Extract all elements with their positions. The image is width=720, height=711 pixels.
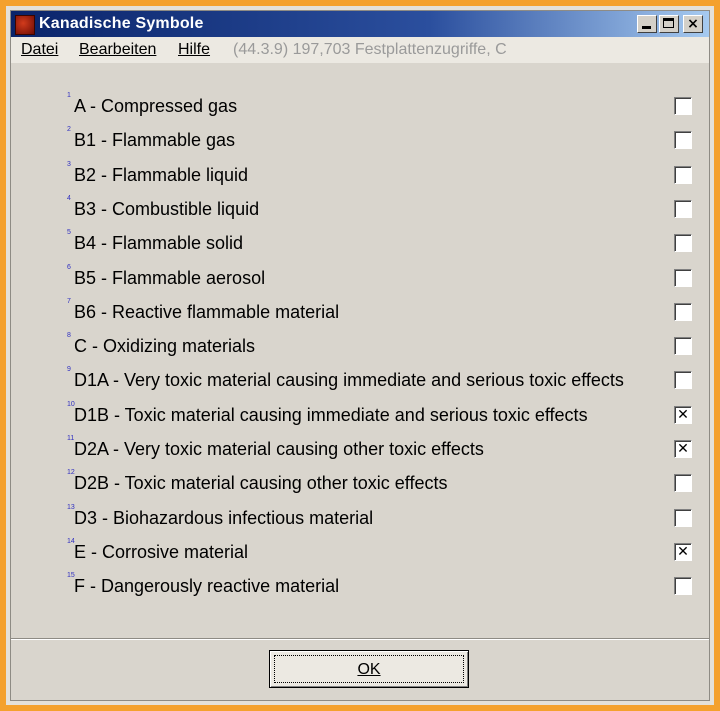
- item-label: F - Dangerously reactive material: [74, 576, 340, 597]
- footer-divider: [11, 638, 709, 640]
- item-label: B4 - Flammable solid: [74, 233, 244, 254]
- item-label: D2B - Toxic material causing other toxic…: [74, 473, 448, 494]
- item-checkbox[interactable]: [674, 474, 692, 493]
- list-item[interactable]: 14 E - Corrosive material ✕: [66, 536, 696, 570]
- minimize-button[interactable]: [637, 15, 657, 33]
- menu-bar: Datei Bearbeiten Hilfe (44.3.9) 197,703 …: [11, 37, 709, 63]
- item-checkbox[interactable]: [674, 371, 692, 390]
- item-checkbox[interactable]: [674, 268, 692, 287]
- item-number: 4: [67, 194, 71, 202]
- item-number: 3: [67, 160, 71, 168]
- item-label: B1 - Flammable gas: [74, 130, 236, 151]
- item-checkbox[interactable]: [674, 577, 692, 596]
- menu-datei-label: Datei: [21, 41, 59, 58]
- dialog-footer: OK: [11, 642, 709, 700]
- app-icon[interactable]: [15, 15, 35, 35]
- list-item[interactable]: 10 D1B - Toxic material causing immediate…: [66, 399, 696, 433]
- title-bar[interactable]: Kanadische Symbole ×: [11, 11, 709, 37]
- item-label: B5 - Flammable aerosol: [74, 267, 266, 288]
- checkmark-icon: ✕: [677, 441, 689, 457]
- window-title: Kanadische Symbole: [39, 15, 204, 32]
- list-item[interactable]: 4 B3 - Combustible liquid: [66, 193, 696, 227]
- list-item[interactable]: 3 B2 - Flammable liquid: [66, 159, 696, 193]
- ok-button[interactable]: OK: [269, 650, 469, 688]
- list-item[interactable]: 5 B4 - Flammable solid: [66, 227, 696, 261]
- item-label: D1A - Very toxic material causing immedi…: [74, 370, 624, 391]
- status-text: (44.3.9) 197,703 Festplattenzugriffe, C: [233, 41, 507, 58]
- image-frame: Kanadische Symbole × Datei Bearbeiten Hi…: [0, 0, 720, 711]
- menu-hilfe-label: Hilfe: [178, 41, 211, 58]
- item-label: D3 - Biohazardous infectious material: [74, 507, 374, 528]
- item-label: B2 - Flammable liquid: [74, 164, 249, 185]
- menu-datei[interactable]: Datei: [21, 41, 58, 59]
- maximize-button[interactable]: [659, 15, 679, 33]
- close-button[interactable]: ×: [683, 15, 703, 33]
- item-checkbox[interactable]: ✕: [674, 405, 692, 424]
- list-item[interactable]: 13 D3 - Biohazardous infectious material: [66, 502, 696, 536]
- list-item[interactable]: 9 D1A - Very toxic material causing immed…: [66, 364, 696, 398]
- checkmark-icon: ✕: [677, 543, 689, 560]
- item-label: B6 - Reactive flammable material: [74, 301, 340, 322]
- item-number: 8: [67, 332, 71, 340]
- item-label: A - Compressed gas: [74, 96, 238, 116]
- item-number: 9: [67, 366, 71, 374]
- list-item[interactable]: 7 B6 - Reactive flammable material: [66, 296, 696, 330]
- minimize-icon: [638, 16, 656, 32]
- list-item[interactable]: 11 D2A - Very toxic material causing othe…: [66, 433, 696, 467]
- list-item[interactable]: 8C - Oxidizing materials: [66, 330, 696, 364]
- maximize-icon: [660, 16, 678, 32]
- item-checkbox[interactable]: [674, 97, 692, 115]
- item-label: D1B - Toxic material causing immediate a…: [74, 404, 588, 425]
- list-item[interactable]: 15 F - Dangerously reactive material: [66, 570, 696, 604]
- item-checkbox[interactable]: [674, 337, 692, 356]
- list-item[interactable]: 6 B5 - Flammable aerosol: [66, 262, 696, 296]
- item-number: 5: [67, 229, 71, 237]
- dialog-window: Kanadische Symbole × Datei Bearbeiten Hi…: [10, 10, 710, 701]
- list-item[interactable]: 1A - Compressed gas: [66, 90, 696, 124]
- menu-bearbeiten[interactable]: Bearbeiten: [79, 41, 156, 59]
- item-label: C - Oxidizing materials: [74, 336, 256, 357]
- item-number: 7: [67, 297, 71, 305]
- list-item[interactable]: 2 B1 - Flammable gas: [66, 124, 696, 158]
- item-checkbox[interactable]: [674, 131, 692, 150]
- item-checkbox[interactable]: ✕: [674, 542, 692, 561]
- checkmark-icon: ✕: [677, 406, 689, 423]
- item-checkbox[interactable]: ✕: [674, 440, 692, 458]
- item-number: 6: [67, 263, 71, 271]
- item-number: 1: [67, 92, 71, 99]
- item-checkbox[interactable]: [674, 302, 692, 321]
- close-icon: ×: [687, 16, 699, 32]
- menu-hilfe[interactable]: Hilfe: [178, 41, 210, 59]
- menu-bearbeiten-label: Bearbeiten: [79, 41, 157, 58]
- item-checkbox[interactable]: [674, 199, 692, 218]
- item-checkbox[interactable]: [674, 165, 692, 184]
- item-checkbox[interactable]: [674, 508, 692, 527]
- list-item[interactable]: 12 D2B - Toxic material causing other tox…: [66, 467, 696, 501]
- item-number: 2: [67, 126, 71, 134]
- item-label: B3 - Combustible liquid: [74, 198, 260, 219]
- item-label: E - Corrosive material: [74, 541, 249, 562]
- ok-button-label: OK: [357, 661, 381, 678]
- item-label: D2A - Very toxic material causing other …: [74, 439, 484, 459]
- symbol-list: 1A - Compressed gas 2 B1 - Flammable gas 3 B…: [11, 63, 709, 636]
- item-checkbox[interactable]: [674, 234, 692, 253]
